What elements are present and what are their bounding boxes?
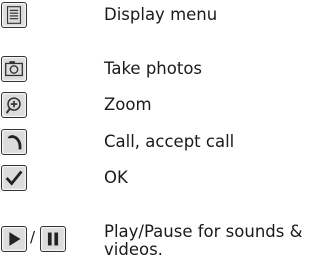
camera-icon: [1, 56, 27, 82]
call-icon: [1, 129, 27, 155]
legend-label: Take photos: [104, 59, 203, 78]
legend-label: OK: [104, 168, 128, 187]
play-icon: [1, 226, 27, 252]
legend-row-camera: Take photos: [0, 56, 326, 86]
legend-label: Call, accept call: [104, 132, 235, 151]
legend-row-ok: OK: [0, 165, 326, 195]
menu-icon: [1, 2, 27, 28]
legend-row-call: Call, accept call: [0, 129, 326, 159]
zoom-icon: [1, 92, 27, 118]
pause-icon: [40, 226, 66, 252]
legend-label: Play/Pause for sounds & videos.: [104, 222, 303, 259]
legend-row-menu: Display menu: [0, 2, 326, 32]
legend-label: Zoom: [104, 95, 152, 114]
checkmark-icon: [1, 165, 27, 191]
legend-row-play-pause: / Play/Pause for sounds & videos.: [0, 222, 326, 266]
legend-row-zoom: Zoom: [0, 92, 326, 122]
separator: /: [30, 228, 36, 246]
legend-label: Display menu: [104, 5, 218, 24]
